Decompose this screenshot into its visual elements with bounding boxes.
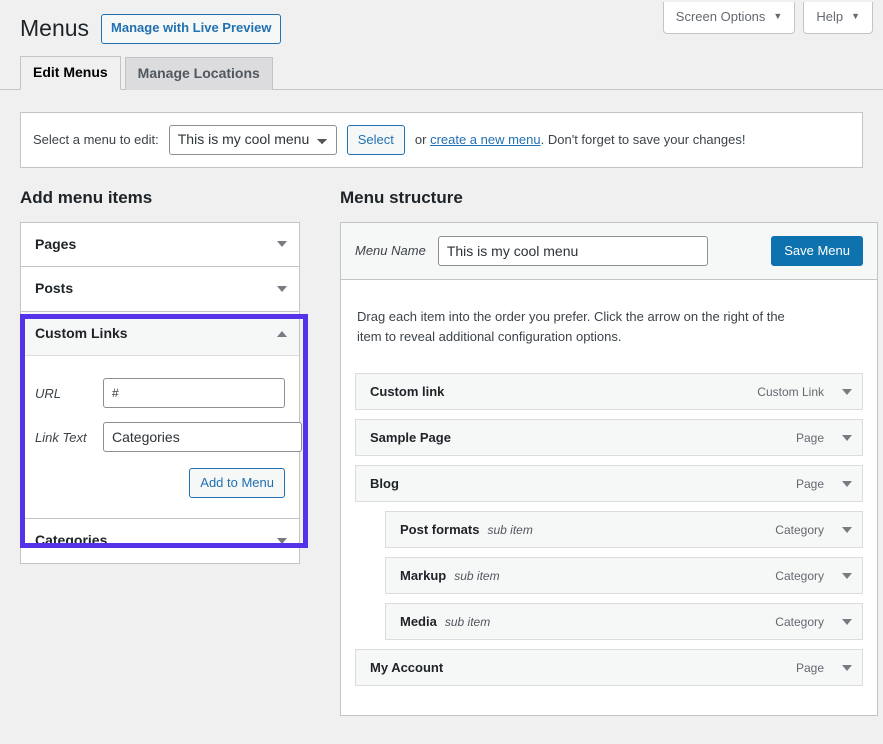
chevron-down-icon[interactable]	[842, 619, 852, 625]
menu-item-type: Page	[796, 431, 824, 445]
menu-item-media[interactable]: Media sub item Category	[385, 603, 863, 640]
accordion-label-custom-links: Custom Links	[35, 324, 128, 344]
chevron-up-icon[interactable]	[277, 331, 287, 337]
menu-item-title: Custom link	[370, 384, 444, 399]
menu-item-meta: Category	[775, 615, 852, 629]
add-menu-items-heading: Add menu items	[20, 186, 300, 210]
menu-item-type: Category	[775, 615, 824, 629]
chevron-down-icon: ▼	[851, 12, 860, 21]
chevron-down-icon[interactable]	[842, 435, 852, 441]
chevron-down-icon[interactable]	[277, 538, 287, 544]
link-text-field-row: Link Text	[35, 422, 285, 452]
help-label: Help	[816, 9, 843, 25]
menu-item-meta: Category	[775, 569, 852, 583]
chevron-down-icon: ▼	[773, 12, 782, 21]
accordion-section-pages: Pages	[21, 223, 299, 267]
menu-item-title: Markup	[400, 568, 446, 583]
drag-instructions: Drag each item into the order you prefer…	[341, 293, 811, 355]
custom-links-panel: URL Link Text Add to Menu	[21, 356, 299, 518]
menu-item-blog[interactable]: Blog Page	[355, 465, 863, 502]
accordion-label-posts: Posts	[35, 279, 73, 299]
create-new-menu-link[interactable]: create a new menu	[430, 132, 541, 147]
menu-item-meta: Custom Link	[757, 385, 852, 399]
menu-item-markup[interactable]: Markup sub item Category	[385, 557, 863, 594]
menu-item-type: Page	[796, 477, 824, 491]
tab-edit-menus[interactable]: Edit Menus	[20, 56, 121, 90]
menu-item-title: My Account	[370, 660, 443, 675]
menu-item-sub-label: sub item	[454, 569, 499, 583]
menu-structure-panel: Menu Name Save Menu Drag each item into …	[340, 222, 878, 717]
menu-item-meta: Category	[775, 523, 852, 537]
accordion-section-custom-links: Custom Links URL Link Text A	[21, 311, 299, 519]
menu-item-type: Custom Link	[757, 385, 824, 399]
nav-tabs: Edit Menus Manage Locations	[0, 58, 883, 90]
page-title: Menus	[20, 14, 89, 44]
select-menu-label: Select a menu to edit:	[33, 132, 159, 147]
link-text-input[interactable]	[103, 422, 302, 452]
manage-with-live-preview-button[interactable]: Manage with Live Preview	[101, 14, 281, 43]
menu-item-custom-link[interactable]: Custom link Custom Link	[355, 373, 863, 410]
url-field-row: URL	[35, 378, 285, 408]
custom-links-actions: Add to Menu	[35, 466, 285, 504]
add-menu-items-accordion: Pages Posts Custom Links	[20, 222, 300, 564]
add-to-menu-button[interactable]: Add to Menu	[189, 468, 285, 498]
menus-columns: Add menu items Pages Posts	[20, 186, 883, 716]
chevron-down-icon[interactable]	[842, 527, 852, 533]
accordion-wrapper: Pages Posts Custom Links	[20, 222, 300, 564]
add-menu-items-column: Add menu items Pages Posts	[20, 186, 300, 564]
chevron-down-icon[interactable]	[277, 286, 287, 292]
menu-items-list: Custom link Custom Link Sample Page Page…	[341, 367, 877, 715]
menu-item-my-account[interactable]: My Account Page	[355, 649, 863, 686]
chevron-down-icon[interactable]	[842, 573, 852, 579]
menu-item-title: Media	[400, 614, 437, 629]
menu-name-input[interactable]	[438, 236, 708, 266]
save-menu-button[interactable]: Save Menu	[771, 236, 863, 266]
menu-name-row: Menu Name Save Menu	[341, 223, 877, 280]
menu-item-title: Sample Page	[370, 430, 451, 445]
menu-item-meta: Page	[796, 661, 852, 675]
create-menu-hint: or create a new menu. Don't forget to sa…	[415, 132, 746, 147]
accordion-section-categories: Categories	[21, 518, 299, 563]
chevron-down-icon[interactable]	[842, 389, 852, 395]
menu-item-sub-label: sub item	[487, 523, 532, 537]
screen-options-button[interactable]: Screen Options ▼	[663, 2, 796, 34]
chevron-down-icon[interactable]	[842, 665, 852, 671]
menu-name-label: Menu Name	[355, 243, 426, 258]
chevron-down-icon[interactable]	[842, 481, 852, 487]
menu-item-sample-page[interactable]: Sample Page Page	[355, 419, 863, 456]
menu-structure-column: Menu structure Menu Name Save Menu Drag …	[340, 186, 883, 716]
menu-item-post-formats[interactable]: Post formats sub item Category	[385, 511, 863, 548]
accordion-header-custom-links[interactable]: Custom Links	[21, 312, 299, 357]
screen-options-label: Screen Options	[676, 9, 766, 25]
menu-item-sub-label: sub item	[445, 615, 490, 629]
menu-item-type: Category	[775, 569, 824, 583]
url-label: URL	[35, 386, 103, 401]
menu-item-title: Post formats	[400, 522, 479, 537]
menu-item-meta: Page	[796, 431, 852, 445]
or-text: or	[415, 132, 430, 147]
menu-item-meta: Page	[796, 477, 852, 491]
menu-item-title: Blog	[370, 476, 399, 491]
menu-select-bar: Select a menu to edit: This is my cool m…	[20, 112, 863, 168]
select-button[interactable]: Select	[347, 125, 405, 155]
tab-manage-locations[interactable]: Manage Locations	[125, 57, 273, 90]
chevron-down-icon[interactable]	[277, 241, 287, 247]
url-input[interactable]	[103, 378, 285, 408]
accordion-header-posts[interactable]: Posts	[21, 267, 299, 311]
menu-select-dropdown[interactable]: This is my cool menu	[169, 125, 337, 155]
screen-meta-links: Screen Options ▼ Help ▼	[663, 2, 873, 34]
accordion-header-categories[interactable]: Categories	[21, 519, 299, 563]
menu-item-type: Page	[796, 661, 824, 675]
menu-structure-heading: Menu structure	[340, 186, 878, 210]
accordion-header-pages[interactable]: Pages	[21, 223, 299, 267]
accordion-label-categories: Categories	[35, 531, 107, 551]
accordion-section-posts: Posts	[21, 266, 299, 311]
menu-item-type: Category	[775, 523, 824, 537]
accordion-label-pages: Pages	[35, 235, 76, 255]
link-text-label: Link Text	[35, 430, 103, 445]
save-changes-hint: . Don't forget to save your changes!	[541, 132, 746, 147]
help-button[interactable]: Help ▼	[803, 2, 873, 34]
